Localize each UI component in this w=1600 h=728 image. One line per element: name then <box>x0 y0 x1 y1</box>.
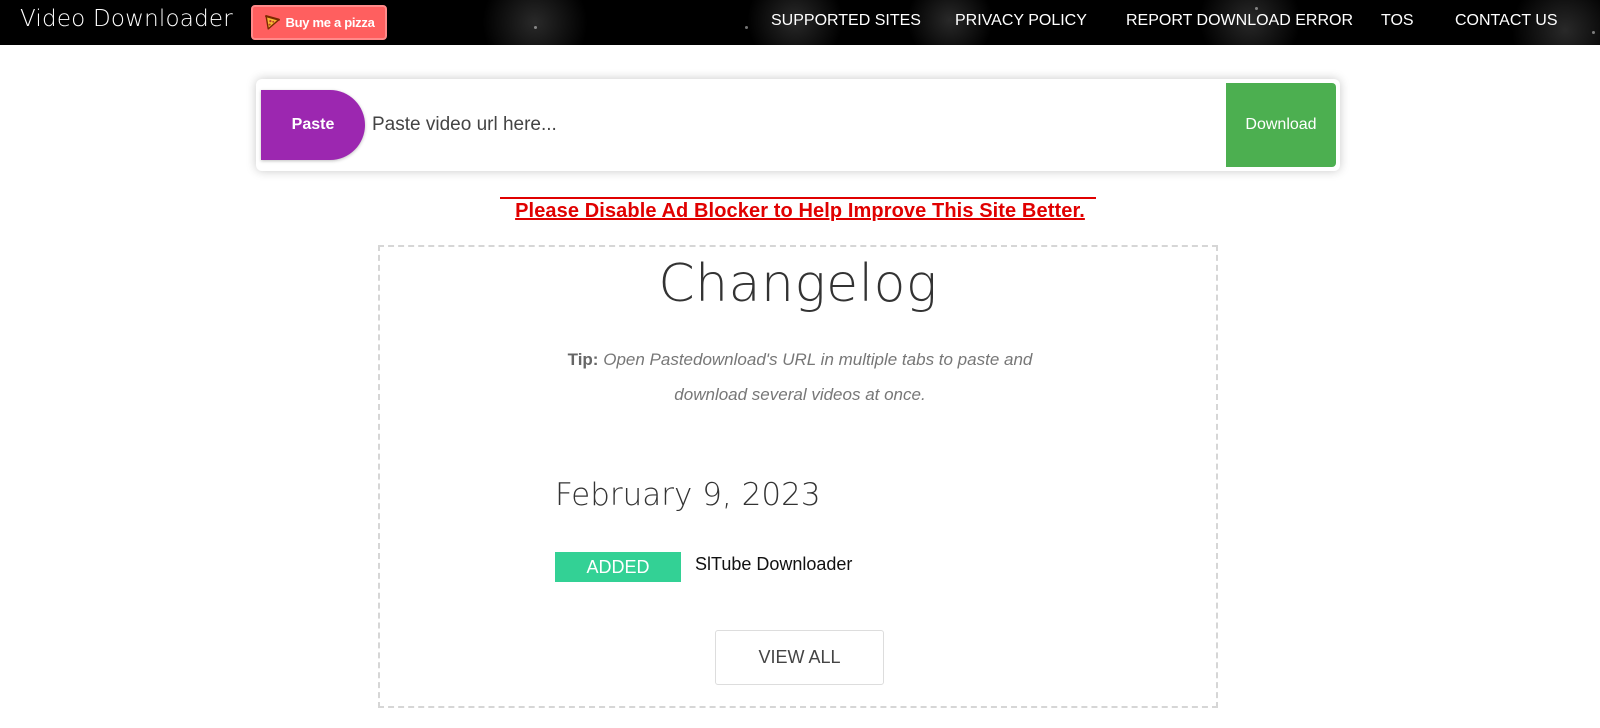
background-glow <box>470 0 600 45</box>
nav-supported-sites[interactable]: SUPPORTED SITES <box>771 12 921 30</box>
buy-me-a-pizza-button[interactable]: Buy me a pizza <box>251 5 387 40</box>
top-navbar: Video Downloader Buy me a pizza SUPPORTE… <box>0 0 1600 45</box>
added-badge: ADDED <box>555 552 681 582</box>
ad-blocker-notice[interactable]: Please Disable Ad Blocker to Help Improv… <box>0 200 1600 223</box>
sparkle-dot <box>534 26 537 29</box>
site-brand[interactable]: Video Downloader <box>20 6 233 32</box>
sparkle-dot <box>745 26 748 29</box>
notice-divider <box>500 197 1096 199</box>
download-button[interactable]: Download <box>1226 83 1336 167</box>
nav-tos[interactable]: TOS <box>1381 12 1414 30</box>
tip-body: Open Pastedownload's URL in multiple tab… <box>603 350 1033 404</box>
changelog-entry-text: SlTube Downloader <box>695 554 853 574</box>
tip-label: Tip: <box>567 350 599 369</box>
tip-text: Tip: Open Pastedownload's URL in multipl… <box>530 342 1070 412</box>
changelog-section: Changelog Tip: Open Pastedownload's URL … <box>378 245 1218 708</box>
nav-contact-us[interactable]: CONTACT US <box>1455 12 1558 30</box>
paste-button[interactable]: Paste <box>261 90 365 160</box>
pizza-button-label: Buy me a pizza <box>285 15 375 30</box>
sparkle-dot <box>1592 31 1595 34</box>
url-search-card: Paste Download <box>256 79 1340 171</box>
changelog-entry-date: February 9, 2023 <box>555 477 821 513</box>
pizza-icon <box>264 15 280 30</box>
changelog-title: Changelog <box>658 254 938 314</box>
video-url-input[interactable] <box>372 105 1172 145</box>
nav-privacy-policy[interactable]: PRIVACY POLICY <box>955 12 1087 30</box>
nav-report-download-error[interactable]: REPORT DOWNLOAD ERROR <box>1126 12 1353 30</box>
view-all-button[interactable]: VIEW ALL <box>715 630 884 685</box>
sparkle-dot <box>1255 7 1258 10</box>
